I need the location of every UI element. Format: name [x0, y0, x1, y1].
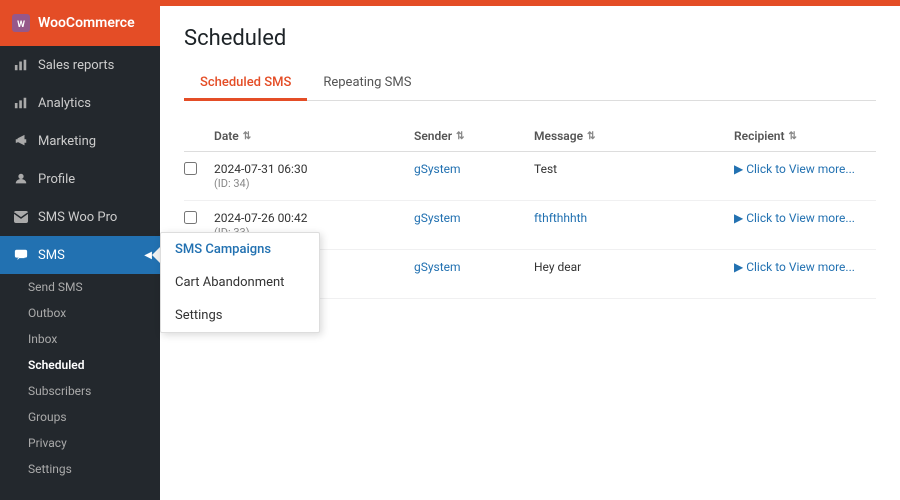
row-recipient[interactable]: ▶ Click to View more...	[734, 162, 900, 176]
row-checkbox[interactable]	[184, 211, 197, 224]
sidebar-item-label: Analytics	[38, 96, 91, 111]
row-checkbox[interactable]	[184, 162, 197, 175]
sidebar-header-label: WooCommerce	[38, 15, 135, 31]
sender-sort-icon: ⇅	[456, 131, 464, 142]
tabs-bar: Scheduled SMS Repeating SMS	[184, 67, 876, 101]
row-message: Hey dear	[534, 260, 734, 274]
dropdown-item-settings[interactable]: Settings	[161, 299, 319, 332]
megaphone-icon	[12, 132, 30, 150]
sidebar-item-marketing[interactable]: Marketing	[0, 122, 160, 160]
row-sender: gSystem	[414, 162, 534, 176]
sidebar-item-sales-reports[interactable]: Sales reports	[0, 46, 160, 84]
row-checkbox-cell	[184, 211, 214, 228]
col-message[interactable]: Message ⇅	[534, 129, 734, 143]
analytics-icon	[12, 94, 30, 112]
row-recipient[interactable]: ▶ Click to View more...	[734, 211, 900, 225]
row-date: 2024-07-31 06:30 (ID: 34)	[214, 162, 414, 190]
sidebar-sub-send-sms[interactable]: Send SMS	[0, 274, 160, 300]
recipient-sort-icon: ⇅	[789, 131, 797, 142]
profile-icon	[12, 170, 30, 188]
sidebar-sub-scheduled[interactable]: Scheduled	[0, 352, 160, 378]
row-sender: gSystem	[414, 211, 534, 225]
sms-arrow-icon: ◀	[144, 250, 152, 261]
woo-icon: W	[12, 14, 30, 32]
sidebar-sub-subscribers[interactable]: Subscribers	[0, 378, 160, 404]
sidebar-sub-privacy[interactable]: Privacy	[0, 430, 160, 456]
sidebar-item-label: Marketing	[38, 134, 96, 149]
row-sender: gSystem	[414, 260, 534, 274]
sidebar-item-label: SMS	[38, 248, 65, 263]
sidebar-sub-outbox[interactable]: Outbox	[0, 300, 160, 326]
table-header: Date ⇅ Sender ⇅ Message ⇅ Recipient ⇅	[184, 121, 876, 152]
row-message: fthfthhhth	[534, 211, 734, 225]
sidebar-header[interactable]: W WooCommerce	[0, 0, 160, 46]
sms-icon	[12, 246, 30, 264]
row-checkbox-cell	[184, 162, 214, 179]
date-sort-icon: ⇅	[243, 131, 251, 142]
col-recipient[interactable]: Recipient ⇅	[734, 129, 900, 143]
sidebar: W WooCommerce Sales reports Analytics Ma…	[0, 0, 160, 500]
row-message: Test	[534, 162, 734, 176]
svg-text:W: W	[17, 20, 25, 30]
sidebar-item-label: Profile	[38, 172, 75, 187]
col-sender[interactable]: Sender ⇅	[414, 129, 534, 143]
sidebar-item-label: SMS Woo Pro	[38, 210, 117, 225]
message-sort-icon: ⇅	[587, 131, 595, 142]
table-row: 2024-07-31 06:30 (ID: 34) gSystem Test ▶…	[184, 152, 876, 201]
row-recipient[interactable]: ▶ Click to View more...	[734, 260, 900, 274]
col-date[interactable]: Date ⇅	[214, 129, 414, 143]
sidebar-item-sms[interactable]: SMS ◀	[0, 236, 160, 274]
page-title: Scheduled	[184, 26, 876, 51]
sidebar-item-label: Sales reports	[38, 58, 114, 73]
bar-chart-icon	[12, 56, 30, 74]
sidebar-sub-inbox[interactable]: Inbox	[0, 326, 160, 352]
active-indicator	[152, 247, 160, 263]
sidebar-item-profile[interactable]: Profile	[0, 160, 160, 198]
sidebar-sub-settings[interactable]: Settings	[0, 456, 160, 482]
sidebar-sub-groups[interactable]: Groups	[0, 404, 160, 430]
tab-repeating-sms[interactable]: Repeating SMS	[307, 67, 427, 101]
sms-dropdown-menu: SMS Campaigns Cart Abandonment Settings	[160, 232, 320, 333]
email-icon	[12, 208, 30, 226]
sidebar-item-analytics[interactable]: Analytics	[0, 84, 160, 122]
dropdown-item-sms-campaigns[interactable]: SMS Campaigns	[161, 233, 319, 266]
sidebar-item-sms-woo-pro[interactable]: SMS Woo Pro	[0, 198, 160, 236]
dropdown-item-cart-abandonment[interactable]: Cart Abandonment	[161, 266, 319, 299]
col-checkbox	[184, 129, 214, 143]
tab-scheduled-sms[interactable]: Scheduled SMS	[184, 67, 307, 101]
